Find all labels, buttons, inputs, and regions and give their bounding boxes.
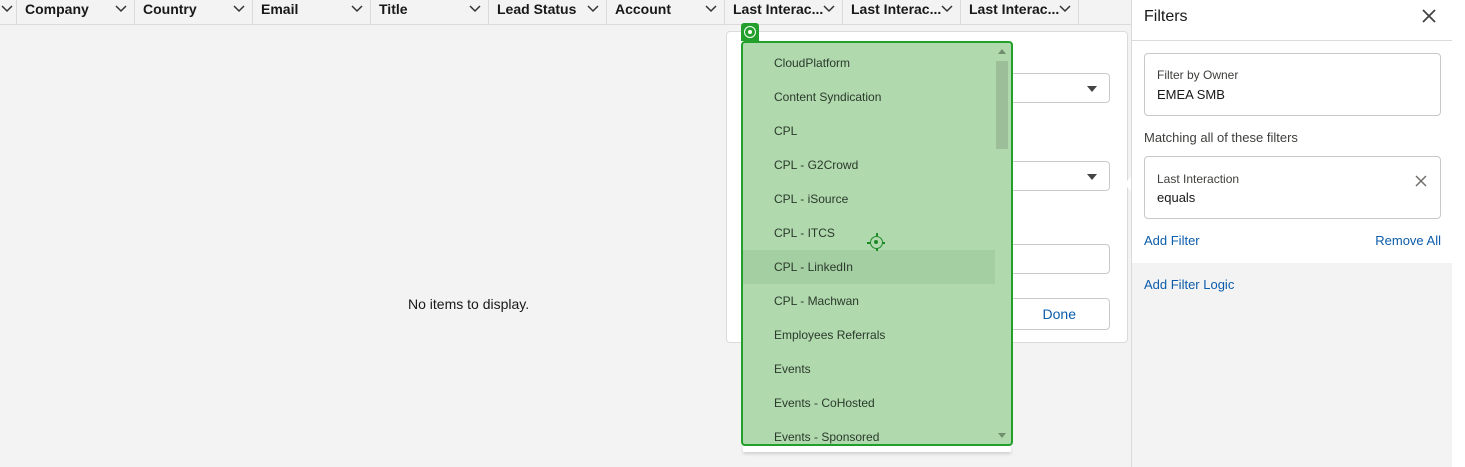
dropdown-option[interactable]: CPL - iSource <box>743 182 995 216</box>
scroll-down-arrow-icon[interactable] <box>998 433 1006 438</box>
column-header-label: Last Interac... <box>733 1 824 17</box>
matching-label: Matching all of these filters <box>1144 130 1298 145</box>
filters-panel: Filters Filter by Owner EMEA SMB Matchin… <box>1131 0 1453 467</box>
add-filter-link[interactable]: Add Filter <box>1144 233 1200 248</box>
chevron-down-icon[interactable] <box>232 3 246 15</box>
chevron-down-icon[interactable] <box>586 3 600 15</box>
owner-filter-label: Filter by Owner <box>1157 68 1239 82</box>
dropdown-option[interactable]: Content Syndication <box>743 80 995 114</box>
filter-field-label: Last Interaction <box>1157 172 1240 186</box>
table-header-row: Company Country Email Title Lead Status … <box>0 0 1131 25</box>
dropdown-shadow <box>743 446 1011 452</box>
dropdown-options: CloudPlatform Content Syndication CPL CP… <box>743 43 995 444</box>
dropdown-scrollbar[interactable] <box>995 43 1009 444</box>
chevron-down-icon[interactable] <box>704 3 718 15</box>
panel-title: Filters <box>1144 8 1188 25</box>
column-header-last-interaction-3[interactable]: Last Interac... <box>961 0 1079 25</box>
dropdown-option[interactable]: CPL <box>743 114 995 148</box>
filters-panel-body: Filters Filter by Owner EMEA SMB Matchin… <box>1132 0 1453 263</box>
chevron-down-icon[interactable] <box>0 3 14 15</box>
dropdown-option[interactable]: Employees Referrals <box>743 318 995 352</box>
column-header-label: Company <box>25 1 89 17</box>
dropdown-option[interactable]: Events - CoHosted <box>743 386 995 420</box>
column-header-label: Account <box>615 1 671 17</box>
filter-card-last-interaction[interactable]: Last Interaction equals <box>1144 156 1441 219</box>
add-filter-logic-link[interactable]: Add Filter Logic <box>1144 277 1234 292</box>
column-header-title[interactable]: Title <box>371 0 489 25</box>
divider <box>1132 40 1453 41</box>
empty-state-message: No items to display. <box>408 296 530 312</box>
column-header-label: Last Interac... <box>851 1 942 17</box>
scrollbar-thumb[interactable] <box>996 61 1008 149</box>
column-header-label: Lead Status <box>497 1 577 17</box>
dropdown-option[interactable]: CPL - Machwan <box>743 284 995 318</box>
filter-operator-value: equals <box>1157 190 1196 205</box>
crosshair-cursor-icon <box>867 233 885 251</box>
chevron-down-icon[interactable] <box>114 3 128 15</box>
chevron-down-icon[interactable] <box>468 3 482 15</box>
owner-filter-value: EMEA SMB <box>1157 87 1225 102</box>
column-header-account[interactable]: Account <box>607 0 725 25</box>
dropdown-option[interactable]: CPL - ITCS <box>743 216 995 250</box>
column-header-last-interaction-1[interactable]: Last Interac... <box>725 0 843 25</box>
column-header-label: Email <box>261 1 299 17</box>
column-header-prev[interactable] <box>0 0 17 25</box>
dropdown-option-highlighted[interactable]: CPL - LinkedIn <box>743 250 995 284</box>
column-header-label: Title <box>379 1 408 17</box>
column-header-label: Country <box>143 1 197 17</box>
column-header-country[interactable]: Country <box>135 0 253 25</box>
column-header-label: Last Interac... <box>969 1 1060 17</box>
caret-down-icon <box>1087 86 1097 92</box>
dropdown-option[interactable]: CloudPlatform <box>743 46 995 80</box>
remove-all-link[interactable]: Remove All <box>1375 233 1441 248</box>
scroll-up-arrow-icon[interactable] <box>998 49 1006 54</box>
column-header-lead-status[interactable]: Lead Status <box>489 0 607 25</box>
column-header-last-interaction-2[interactable]: Last Interac... <box>843 0 961 25</box>
dropdown-option[interactable]: CPL - G2Crowd <box>743 148 995 182</box>
close-icon[interactable] <box>1421 8 1437 24</box>
column-header-company[interactable]: Company <box>17 0 135 25</box>
dropdown-option[interactable]: Events <box>743 352 995 386</box>
page-edge <box>1452 0 1465 467</box>
chevron-down-icon[interactable] <box>940 3 954 15</box>
remove-filter-icon[interactable] <box>1415 175 1427 187</box>
chevron-down-icon[interactable] <box>1058 3 1072 15</box>
chevron-down-icon[interactable] <box>350 3 364 15</box>
column-header-email[interactable]: Email <box>253 0 371 25</box>
chevron-down-icon[interactable] <box>822 3 836 15</box>
caret-down-icon <box>1087 174 1097 180</box>
owner-filter-card[interactable]: Filter by Owner EMEA SMB <box>1144 53 1441 116</box>
dropdown-option[interactable]: Events - Sponsored <box>743 420 995 444</box>
target-icon <box>741 23 759 41</box>
